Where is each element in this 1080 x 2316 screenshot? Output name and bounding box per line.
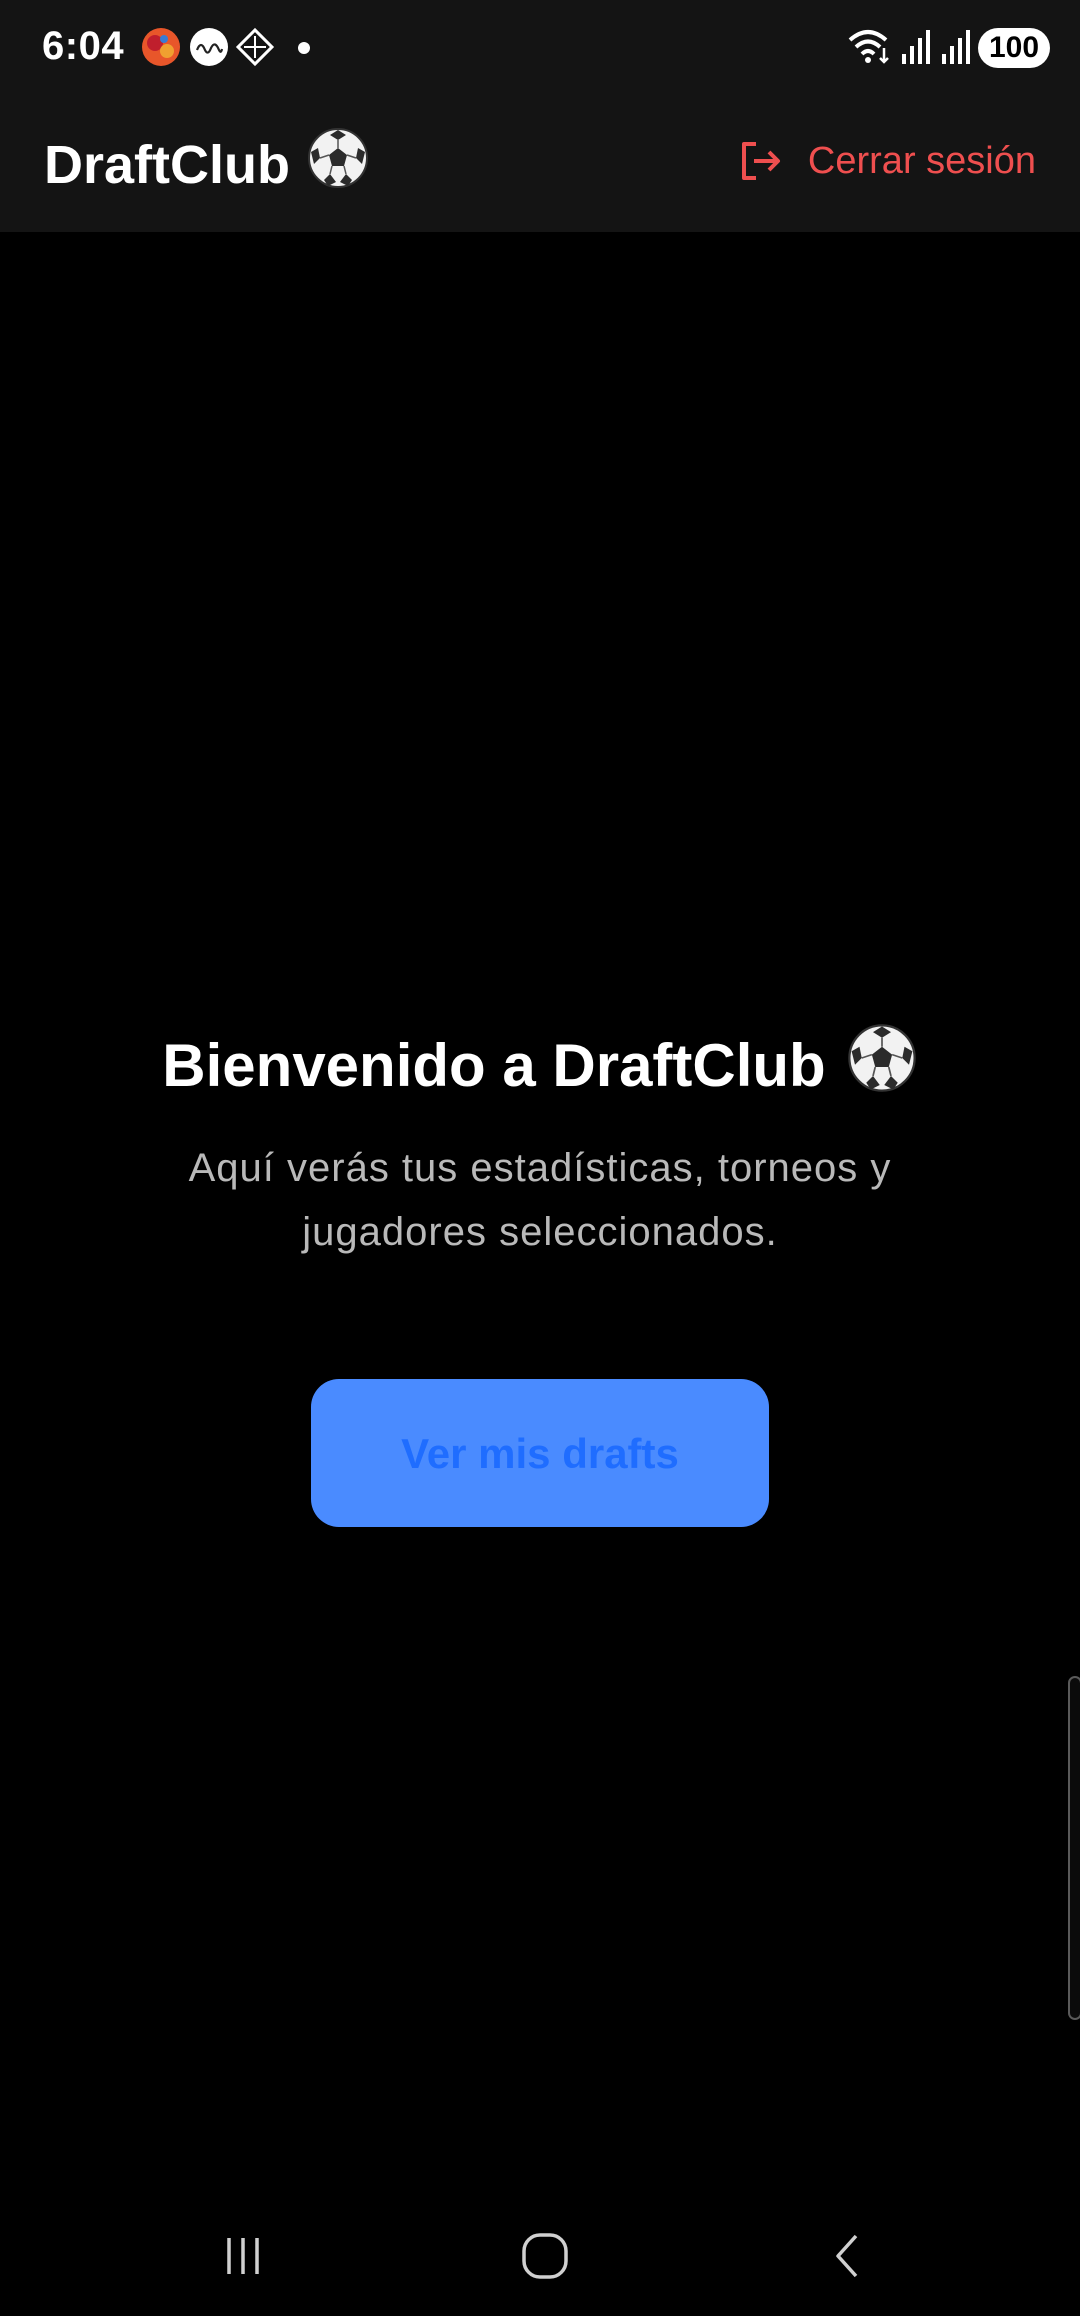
view-drafts-button[interactable]: Ver mis drafts [311, 1379, 769, 1527]
logout-label: Cerrar sesión [807, 139, 1036, 182]
scrollbar-thumb[interactable] [1068, 1676, 1080, 2020]
back-icon[interactable] [818, 2226, 878, 2286]
recent-apps-icon[interactable] [213, 2226, 273, 2286]
navigation-bar [0, 2196, 1080, 2316]
soccer-ball-icon [306, 126, 370, 203]
wifi-icon [846, 26, 894, 71]
grid-app-icon [234, 26, 276, 68]
signal-icon [940, 26, 972, 71]
logout-icon [738, 138, 784, 184]
welcome-title-text: Bienvenido a DraftClub [162, 1031, 826, 1099]
welcome-section: Bienvenido a DraftClub Aquí verás tus es… [0, 1020, 1080, 1264]
soccer-ball-icon [846, 1022, 918, 1108]
welcome-subtitle: Aquí verás tus estadísticas, torneos y j… [188, 1146, 892, 1254]
game-app-icon [140, 26, 182, 68]
home-icon[interactable] [515, 2226, 575, 2286]
status-bar: 6:04 100 [0, 0, 1080, 96]
welcome-title: Bienvenido a DraftClub [0, 1020, 1080, 1110]
battery-indicator: 100 [978, 28, 1050, 68]
app-title: DraftClub [44, 126, 370, 203]
telugu-app-icon [188, 26, 230, 68]
status-time: 6:04 [42, 24, 125, 68]
app-title-text: DraftClub [44, 134, 290, 195]
signal-icon [900, 26, 932, 71]
more-notifications-dot [298, 42, 310, 54]
logout-button[interactable]: Cerrar sesión [738, 126, 1036, 196]
app-bar: DraftClub Cerrar sesión [0, 96, 1080, 232]
